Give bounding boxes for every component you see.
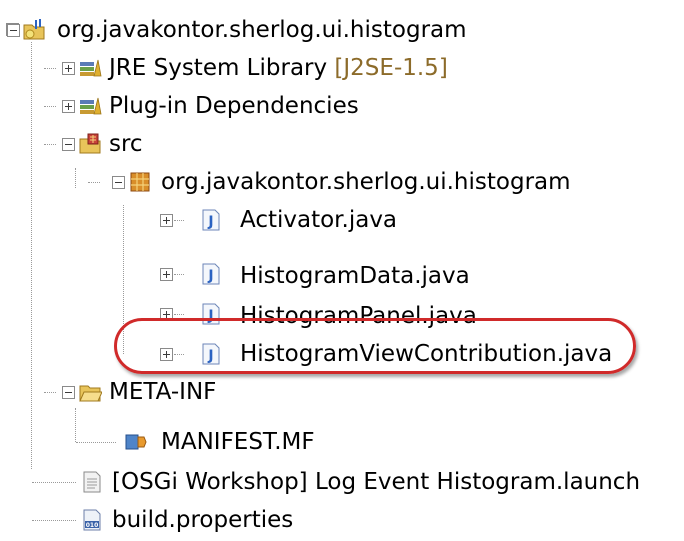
java-file-icon: J xyxy=(202,209,220,231)
jre-label: JRE System Library xyxy=(109,55,328,81)
tree-item-manifest[interactable]: MANIFEST.MF xyxy=(0,422,684,462)
highlight-ellipse xyxy=(114,318,636,374)
svg-text:J: J xyxy=(207,214,213,230)
collapse-toggle[interactable] xyxy=(62,386,75,399)
folder-icon xyxy=(79,385,102,402)
collapse-toggle[interactable] xyxy=(112,176,125,189)
properties-file-icon: 010 xyxy=(83,509,101,531)
tree-item-package[interactable]: org.javakontor.sherlog.ui.histogram xyxy=(0,162,684,202)
meta-inf-label: META-INF xyxy=(109,379,217,405)
package-label: org.javakontor.sherlog.ui.histogram xyxy=(161,169,571,195)
build-properties-label: build.properties xyxy=(112,507,294,533)
tree-item-java-file[interactable]: J Activator.java xyxy=(0,207,684,256)
manifest-label: MANIFEST.MF xyxy=(161,429,315,455)
package-icon xyxy=(130,172,150,192)
src-label: src xyxy=(109,131,143,157)
library-icon xyxy=(80,59,102,77)
tree-item-launch-file[interactable]: [OSGi Workshop] Log Event Histogram.laun… xyxy=(0,462,684,502)
expand-toggle[interactable] xyxy=(160,268,173,281)
tree-item-plugin-dependencies[interactable]: Plug-in Dependencies xyxy=(0,86,684,126)
launch-file-label: [OSGi Workshop] Log Event Histogram.laun… xyxy=(112,469,641,495)
source-folder-icon xyxy=(79,133,101,154)
java-file-icon: J xyxy=(202,263,220,285)
tree-item-build-properties[interactable]: 010 build.properties xyxy=(0,500,684,540)
tree-item-jre-library[interactable]: JRE System Library [J2SE-1.5] xyxy=(0,48,684,88)
library-icon xyxy=(80,97,102,115)
plugin-deps-label: Plug-in Dependencies xyxy=(109,93,359,119)
manifest-icon xyxy=(125,434,147,450)
jre-version-decorator: [J2SE-1.5] xyxy=(334,55,448,81)
svg-text:010: 010 xyxy=(86,522,99,529)
project-folder-icon xyxy=(23,19,45,40)
expand-toggle[interactable] xyxy=(62,100,75,113)
svg-text:J: J xyxy=(207,268,213,284)
tree-item-project[interactable]: org.javakontor.sherlog.ui.histogram xyxy=(0,10,684,50)
collapse-toggle[interactable] xyxy=(6,23,20,37)
tree-item-meta-inf[interactable]: META-INF xyxy=(0,372,684,412)
project-label: org.javakontor.sherlog.ui.histogram xyxy=(57,17,467,43)
expand-toggle[interactable] xyxy=(160,214,173,227)
java-file-label: HistogramData.java xyxy=(240,263,470,289)
collapse-toggle[interactable] xyxy=(62,138,75,151)
tree-item-java-file[interactable]: J HistogramData.java xyxy=(0,256,684,296)
java-file-label: Activator.java xyxy=(240,207,398,233)
launch-file-icon xyxy=(83,471,101,493)
tree-item-src[interactable]: src xyxy=(0,124,684,164)
expand-toggle[interactable] xyxy=(62,62,75,75)
